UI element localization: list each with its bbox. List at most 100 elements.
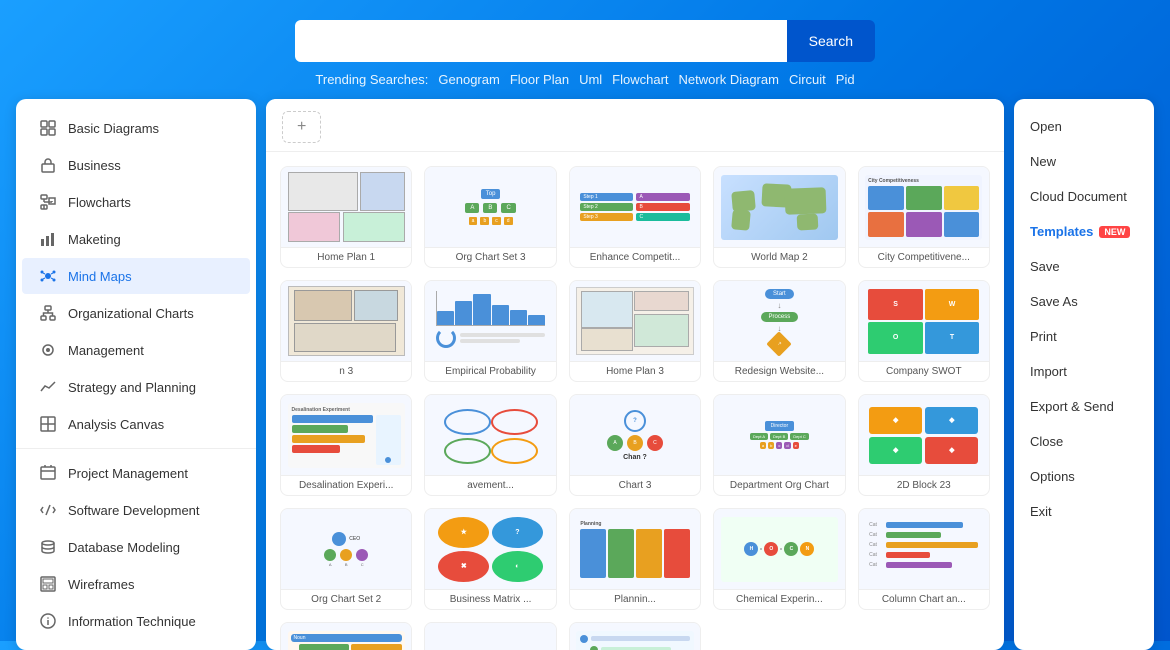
sidebar-item-software-dev[interactable]: Software Development (22, 492, 250, 528)
template-swot[interactable]: S W O T Company SWOT (858, 280, 990, 382)
trending-floor-plan[interactable]: Floor Plan (510, 72, 569, 87)
database-icon (38, 537, 58, 557)
sidebar-item-mind-maps[interactable]: Mind Maps (22, 258, 250, 294)
template-improve[interactable]: avement... (424, 394, 556, 496)
template-label: Chart 3 (570, 475, 700, 495)
template-city-dashboard[interactable]: City Competitiveness City Comp (858, 166, 990, 268)
close-label: Close (1030, 434, 1063, 449)
right-item-templates[interactable]: Templates NEW (1014, 214, 1154, 249)
template-org-set-2[interactable]: CEO A B (280, 508, 412, 610)
templates-label: Templates (1030, 224, 1093, 239)
main-area: Basic Diagrams Business Flowcharts Maket… (0, 99, 1170, 650)
sidebar-item-org-charts[interactable]: Organizational Charts (22, 295, 250, 331)
template-thumb (570, 623, 700, 650)
template-label: n 3 (281, 361, 411, 381)
template-flowchart-sample[interactable]: Flowchart Sample (424, 622, 556, 650)
right-item-new[interactable]: New (1014, 144, 1154, 179)
new-button[interactable]: + (282, 111, 321, 143)
template-org-chart-3[interactable]: Top A B C a b c d Org (424, 166, 556, 268)
sidebar-item-wireframes[interactable]: Wireframes (22, 566, 250, 602)
sidebar-item-business[interactable]: Business (22, 147, 250, 183)
right-item-exit[interactable]: Exit (1014, 494, 1154, 529)
right-item-print[interactable]: Print (1014, 319, 1154, 354)
template-matrix[interactable]: ★ ? ✖ ◐ Business Matrix ... (424, 508, 556, 610)
sidebar-label-wireframes: Wireframes (68, 577, 134, 592)
right-item-close[interactable]: Close (1014, 424, 1154, 459)
management-icon (38, 340, 58, 360)
trending-pid[interactable]: Pid (836, 72, 855, 87)
template-thumb: Step 1 Step 2 Step 3 A B C (570, 167, 700, 247)
trending-row: Trending Searches: Genogram Floor Plan U… (315, 72, 854, 87)
template-label: 2D Block 23 (859, 475, 989, 495)
search-row: Search (295, 20, 875, 62)
wireframes-icon (38, 574, 58, 594)
sidebar-label-info: Information Technique (68, 614, 196, 629)
business-icon (38, 155, 58, 175)
right-item-open[interactable]: Open (1014, 109, 1154, 144)
template-label: Company SWOT (859, 361, 989, 381)
search-button[interactable]: Search (787, 20, 875, 62)
trending-genogram[interactable]: Genogram (438, 72, 499, 87)
sidebar-item-analysis[interactable]: Analysis Canvas (22, 406, 250, 442)
sidebar-label-business: Business (68, 158, 121, 173)
template-life-plan[interactable]: Life Plan (569, 622, 701, 650)
sidebar-label-analysis: Analysis Canvas (68, 417, 164, 432)
template-empirical[interactable]: Empirical Probability (424, 280, 556, 382)
template-label: Chemical Experin... (714, 589, 844, 609)
sidebar-item-strategy[interactable]: Strategy and Planning (22, 369, 250, 405)
template-n3[interactable]: n 3 (280, 280, 412, 382)
template-english[interactable]: Noun English Part Of Sp... (280, 622, 412, 650)
sidebar-item-project-mgmt[interactable]: Project Management (22, 455, 250, 491)
template-label: Department Org Chart (714, 475, 844, 495)
right-item-save[interactable]: Save (1014, 249, 1154, 284)
template-thumb: Director Dept A Dept B Dept C a b c d e (714, 395, 844, 475)
export-label: Export & Send (1030, 399, 1114, 414)
grid-icon (38, 118, 58, 138)
sidebar-label-maketing: Maketing (68, 232, 121, 247)
template-2d-block[interactable]: ◆ ◆ ◆ ◆ 2D Block 23 (858, 394, 990, 496)
template-label: Enhance Competit... (570, 247, 700, 267)
sidebar-label-mind-maps: Mind Maps (68, 269, 132, 284)
trending-circuit[interactable]: Circuit (789, 72, 826, 87)
template-chart-3[interactable]: ? A B C Chan ? Chart 3 (569, 394, 701, 496)
right-item-options[interactable]: Options (1014, 459, 1154, 494)
open-label: Open (1030, 119, 1062, 134)
template-redesign[interactable]: Start ↓ Process ↓ ? Redesign Website... (713, 280, 845, 382)
right-item-cloud-doc[interactable]: Cloud Document (1014, 179, 1154, 214)
template-desalination[interactable]: Desalination Experiment (280, 394, 412, 496)
template-thumb: CEO A B (281, 509, 411, 589)
sidebar-item-database[interactable]: Database Modeling (22, 529, 250, 565)
sidebar-item-flowcharts[interactable]: Flowcharts (22, 184, 250, 220)
template-dept-org[interactable]: Director Dept A Dept B Dept C a b c d e (713, 394, 845, 496)
sidebar-item-electrical[interactable]: Electrical Engineering (22, 640, 250, 650)
sidebar-label-flowcharts: Flowcharts (68, 195, 131, 210)
right-item-export[interactable]: Export & Send (1014, 389, 1154, 424)
sidebar-item-maketing[interactable]: Maketing (22, 221, 250, 257)
template-enhance[interactable]: Step 1 Step 2 Step 3 A B C Enhance Compe… (569, 166, 701, 268)
sidebar-label-project: Project Management (68, 466, 188, 481)
template-home-plan-1[interactable]: Home Plan 1 (280, 166, 412, 268)
search-input[interactable] (295, 20, 787, 62)
sidebar-label-database: Database Modeling (68, 540, 180, 555)
template-thumb: Cat Cat Cat Cat (859, 509, 989, 589)
trending-uml[interactable]: Uml (579, 72, 602, 87)
right-item-import[interactable]: Import (1014, 354, 1154, 389)
template-chemical[interactable]: H O C N Chemical Experin... (713, 508, 845, 610)
template-thumb: ◆ ◆ ◆ ◆ (859, 395, 989, 475)
template-label: Empirical Probability (425, 361, 555, 381)
sidebar-item-basic-diagrams[interactable]: Basic Diagrams (22, 110, 250, 146)
trending-flowchart[interactable]: Flowchart (612, 72, 668, 87)
template-home-plan-3[interactable]: Home Plan 3 (569, 280, 701, 382)
sidebar-item-management[interactable]: Management (22, 332, 250, 368)
trending-network-diagram[interactable]: Network Diagram (679, 72, 779, 87)
strategy-icon (38, 377, 58, 397)
template-world-map-2[interactable]: World Map 2 (713, 166, 845, 268)
right-item-save-as[interactable]: Save As (1014, 284, 1154, 319)
template-planning[interactable]: Planning Plannin... (569, 508, 701, 610)
sidebar-item-info-technique[interactable]: Information Technique (22, 603, 250, 639)
template-column-chart[interactable]: Cat Cat Cat Cat (858, 508, 990, 610)
templates-grid: Home Plan 1 Top A B C a b (266, 152, 1004, 650)
header: Search Trending Searches: Genogram Floor… (0, 0, 1170, 99)
options-label: Options (1030, 469, 1075, 484)
template-label: Home Plan 1 (281, 247, 411, 267)
